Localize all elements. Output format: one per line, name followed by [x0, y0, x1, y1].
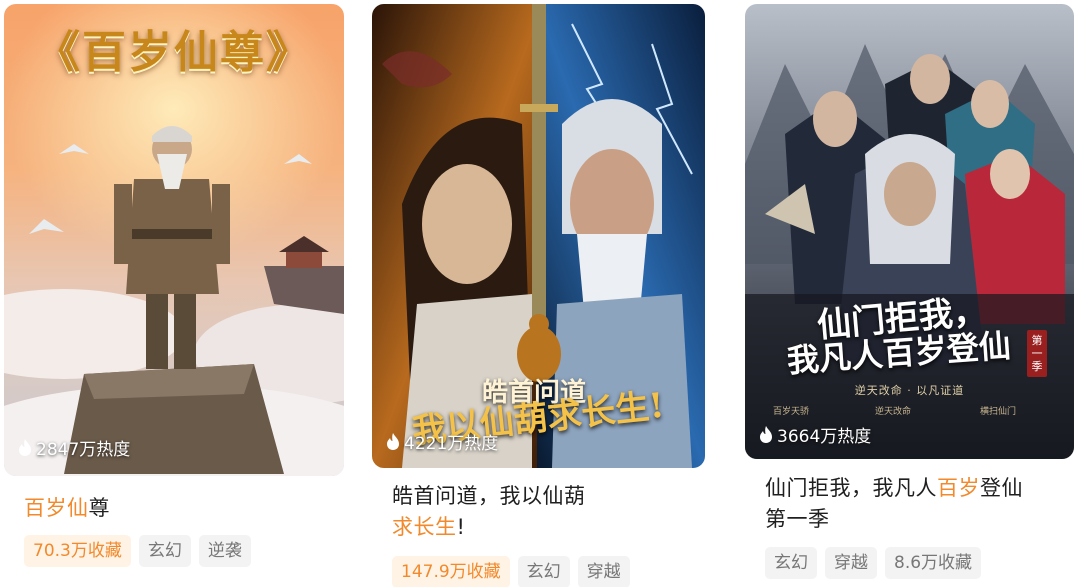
favorites-tag: 8.6万收藏 — [885, 547, 982, 579]
book-cover[interactable]: 皓首问道 我以仙葫求长生! 4221万热度 — [372, 4, 705, 468]
flame-icon — [19, 439, 31, 456]
book-cover[interactable]: 《百岁仙尊》 2847万热度 — [4, 4, 344, 476]
title-text: 尊 — [88, 496, 110, 520]
flame-icon — [387, 433, 399, 450]
title-text: 登仙 — [980, 476, 1023, 500]
heat-count: 3664万热度 — [759, 422, 871, 447]
heat-count: 2847万热度 — [18, 435, 130, 460]
genre-tag[interactable]: 玄幻 — [765, 547, 817, 579]
book-title[interactable]: 仙门拒我，我凡人百岁登仙 第一季 — [765, 473, 1060, 535]
genre-tag[interactable]: 逆袭 — [198, 535, 251, 567]
svg-text:逆天改命: 逆天改命 — [875, 405, 911, 417]
title-highlight: 百岁 — [24, 496, 67, 520]
title-text: ! — [456, 515, 466, 539]
title-highlight: 百岁 — [937, 476, 980, 500]
svg-text:百岁天骄: 百岁天骄 — [773, 405, 809, 417]
book-card[interactable]: 皓首问道 我以仙葫求长生! 4221万热度 皓首问道，我以仙葫 求长生! 147… — [372, 0, 705, 587]
heat-label: 3664万热度 — [777, 427, 872, 447]
tag-row: 玄幻 穿越 8.6万收藏 — [765, 547, 982, 579]
book-card[interactable]: 百岁天骄 逆天改命 横扫仙门 仙门拒我， 我凡人百岁登仙 第一季 逆天改命 · … — [745, 0, 1074, 587]
cover-badge: 第一季 — [1027, 330, 1047, 377]
title-text: 仙门拒我，我凡人 — [765, 476, 937, 500]
title-highlight: 仙 — [67, 496, 89, 520]
favorites-tag: 70.3万收藏 — [24, 535, 131, 567]
heat-count: 4221万热度 — [386, 429, 498, 454]
genre-tag[interactable]: 穿越 — [825, 547, 877, 579]
genre-tag[interactable]: 穿越 — [577, 556, 630, 587]
book-grid: 《百岁仙尊》 2847万热度 百岁仙尊 70.3万收藏 玄幻 逆袭 皓首问道 我… — [0, 0, 1080, 587]
flame-icon — [760, 426, 772, 443]
title-line: 皓首问道，我以仙葫 — [392, 484, 586, 508]
heat-label: 2847万热度 — [36, 440, 131, 460]
title-line: 第一季 — [765, 507, 830, 531]
tag-row: 70.3万收藏 玄幻 逆袭 — [24, 535, 251, 567]
svg-text:横扫仙门: 横扫仙门 — [980, 405, 1016, 417]
cover-subtitle: 逆天改命 · 以凡证道 — [854, 384, 965, 397]
favorites-tag: 147.9万收藏 — [392, 556, 510, 587]
tag-row: 147.9万收藏 玄幻 穿越 — [392, 556, 630, 587]
cover-title-text: 《百岁仙尊》 — [36, 27, 312, 78]
heat-label: 4221万热度 — [404, 434, 499, 454]
book-title[interactable]: 皓首问道，我以仙葫 求长生! — [392, 481, 691, 543]
title-highlight: 求长生 — [392, 515, 457, 539]
title-line: 求长生! — [392, 512, 691, 543]
book-cover[interactable]: 百岁天骄 逆天改命 横扫仙门 仙门拒我， 我凡人百岁登仙 第一季 逆天改命 · … — [745, 4, 1074, 459]
book-card[interactable]: 《百岁仙尊》 2847万热度 百岁仙尊 70.3万收藏 玄幻 逆袭 — [4, 0, 344, 587]
title-line: 仙门拒我，我凡人百岁登仙 — [765, 473, 1060, 504]
book-title[interactable]: 百岁仙尊 — [24, 493, 330, 524]
genre-tag[interactable]: 玄幻 — [138, 535, 191, 567]
genre-tag[interactable]: 玄幻 — [517, 556, 570, 587]
